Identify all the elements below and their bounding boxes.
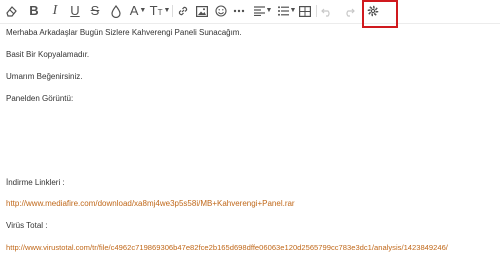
font-family-label: A — [129, 3, 139, 18]
toolbar-separator — [316, 5, 317, 17]
font-size-button[interactable]: T T ▼ — [149, 2, 171, 20]
text-line-copy-note: Basit Bir Kopyalamadır. — [6, 50, 90, 59]
rich-text-editor: B I U S A ▼ T T ▼ ▼ ▼ Merhaba Arkadaşlar… — [0, 0, 500, 268]
bold-button[interactable]: B — [28, 2, 40, 20]
table-icon[interactable] — [298, 2, 312, 20]
text-line-screenshot-label: Panelden Görüntü: — [6, 94, 74, 103]
download-link[interactable]: http://www.mediafire.com/download/xa8mj4… — [6, 199, 295, 209]
chevron-down-icon: ▼ — [265, 7, 273, 14]
virus-total-label: Virüs Total : — [6, 221, 48, 230]
more-options-icon[interactable] — [232, 2, 246, 20]
image-icon[interactable] — [195, 2, 209, 20]
toolbar-separator — [172, 5, 173, 17]
text-line-greeting: Merhaba Arkadaşlar Bugün Sizlere Kahvere… — [6, 28, 242, 37]
font-family-button[interactable]: A ▼ — [128, 2, 148, 20]
list-icon[interactable]: ▼ — [277, 2, 297, 20]
chevron-down-icon: ▼ — [139, 7, 147, 14]
color-drop-icon[interactable] — [110, 2, 122, 20]
align-icon[interactable]: ▼ — [253, 2, 273, 20]
redo-icon[interactable] — [342, 2, 356, 20]
link-icon[interactable] — [176, 2, 190, 20]
chevron-down-icon: ▼ — [289, 7, 297, 14]
strikethrough-button[interactable]: S — [89, 2, 101, 20]
italic-button[interactable]: I — [50, 2, 60, 20]
emoji-icon[interactable] — [214, 2, 228, 20]
editor-toolbar: B I U S A ▼ T T ▼ ▼ ▼ — [0, 0, 500, 24]
editor-content[interactable]: Merhaba Arkadaşlar Bugün Sizlere Kahvere… — [6, 24, 496, 268]
eraser-icon[interactable] — [4, 2, 18, 20]
underline-button[interactable]: U — [69, 2, 81, 20]
text-line-hope: Umarım Beğenirsiniz. — [6, 72, 83, 81]
font-size-label: T — [149, 3, 158, 18]
small-t-icon: T — [157, 7, 163, 17]
chevron-down-icon: ▼ — [163, 7, 171, 14]
undo-icon[interactable] — [320, 2, 334, 20]
virus-total-link[interactable]: http://www.virustotal.com/tr/file/c4962c… — [6, 243, 448, 253]
download-label: İndirme Linkleri : — [6, 178, 65, 187]
